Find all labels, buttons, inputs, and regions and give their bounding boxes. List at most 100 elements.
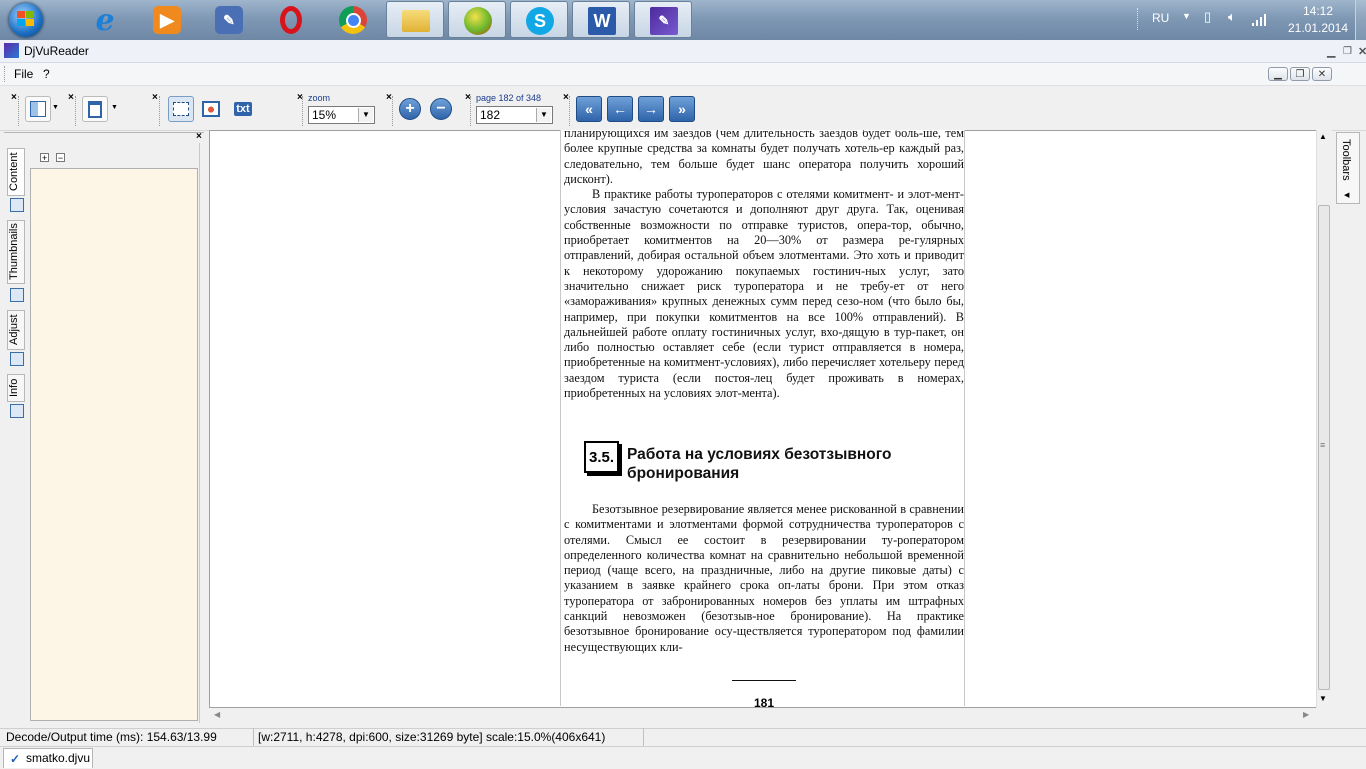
chrome-icon [339, 6, 367, 34]
clock-time[interactable]: 14:12 [1288, 4, 1348, 18]
taskbar-word[interactable]: W [572, 1, 630, 38]
info-icon[interactable] [10, 404, 24, 418]
toolbar-grip[interactable] [302, 96, 306, 126]
tab-adjust[interactable]: Adjust [7, 310, 25, 350]
device-icon[interactable]: ▯ [1204, 9, 1211, 25]
tab-info[interactable]: Info [7, 374, 25, 402]
adjust-icon[interactable] [10, 352, 24, 366]
thumbnails-icon[interactable] [10, 288, 24, 302]
layout-mode-button[interactable] [25, 96, 51, 122]
page-paragraph-1: планирующихся им заездов (чем длительнос… [564, 130, 964, 186]
taskbar-explorer[interactable] [386, 1, 444, 38]
content-tree-panel[interactable] [30, 168, 198, 721]
expand-all-button[interactable]: + [40, 153, 49, 163]
document-page: планирующихся им заездов (чем длительнос… [560, 130, 965, 706]
ie-icon: e [95, 2, 115, 38]
mdi-close-button[interactable]: ✕ [1312, 67, 1332, 81]
text-mode-button[interactable]: txt [230, 96, 256, 122]
language-indicator[interactable]: RU [1152, 11, 1169, 25]
tab-thumbnails[interactable]: Thumbnails [7, 220, 25, 284]
media-player-icon: ▶ [153, 6, 181, 34]
first-page-icon: « [585, 101, 593, 117]
scroll-down-icon[interactable]: ▼ [1319, 694, 1327, 703]
toolbar-close-icon[interactable]: × [563, 92, 569, 103]
select-region-button[interactable] [168, 96, 194, 122]
tools-icon: ✎ [215, 6, 243, 34]
sidebar-splitter[interactable] [199, 143, 204, 723]
page-mode-dropdown-icon[interactable]: ▼ [111, 104, 118, 111]
zoom-dropdown-icon[interactable]: ▼ [358, 108, 373, 122]
content-icon[interactable] [10, 198, 24, 212]
taskbar-ie[interactable]: e [76, 1, 134, 38]
image-mode-button[interactable] [198, 96, 224, 122]
scroll-grip-icon: ≡ [1320, 440, 1326, 450]
zoom-out-button[interactable]: − [430, 98, 452, 120]
next-page-button[interactable]: → [638, 96, 664, 122]
toolbar-grip[interactable] [75, 96, 79, 126]
start-button[interactable] [2, 1, 50, 39]
taskbar-skype[interactable]: S [510, 1, 568, 38]
toolbar-grip[interactable] [569, 96, 573, 126]
horizontal-scrollbar[interactable] [209, 708, 1316, 723]
document-tab[interactable]: ✓ smatko.djvu [3, 748, 93, 768]
layout-dropdown-icon[interactable]: ▼ [52, 104, 59, 111]
toolbar-close-icon[interactable]: × [152, 92, 158, 103]
network-signal-icon[interactable] [1252, 12, 1268, 26]
toolbar-grip[interactable] [159, 96, 163, 126]
word-icon: W [588, 7, 616, 35]
taskbar-opera[interactable] [262, 1, 320, 38]
menu-file[interactable]: File [14, 67, 33, 81]
page-dropdown-icon[interactable]: ▼ [536, 108, 551, 122]
menu-bar [0, 63, 1366, 86]
taskbar-media-player[interactable]: ▶ [138, 1, 196, 38]
section-number: 3.5. [584, 441, 619, 473]
previous-page-button[interactable]: ← [607, 96, 633, 122]
toolbar-close-icon[interactable]: × [68, 92, 74, 103]
opera-icon [277, 6, 305, 34]
window-restore-icon[interactable]: ❐ [1343, 46, 1352, 57]
menu-grip [4, 66, 8, 82]
toolbar-close-icon[interactable]: × [11, 92, 17, 103]
toolbars-side-tab[interactable]: Toolbars ◀ [1336, 132, 1360, 204]
scroll-up-icon[interactable]: ▲ [1319, 132, 1327, 141]
first-page-button[interactable]: « [576, 96, 602, 122]
windows-logo-icon [17, 11, 35, 27]
last-page-button[interactable]: » [669, 96, 695, 122]
tab-content[interactable]: Content [7, 148, 25, 196]
volume-icon[interactable]: 🔈︎ [1228, 9, 1236, 25]
mdi-minimize-button[interactable]: ▁ [1268, 67, 1288, 81]
window-minimize-icon[interactable]: ▁ [1327, 45, 1335, 58]
clock-date[interactable]: 21.01.2014 [1284, 21, 1352, 35]
page-mode-button[interactable] [82, 96, 108, 122]
scroll-right-icon[interactable]: ▶ [1303, 710, 1309, 719]
page-paragraph-2: В практике работы туроператоров с отелям… [564, 187, 964, 401]
zoom-value: 15% [312, 108, 337, 122]
show-desktop-button[interactable] [1355, 0, 1366, 40]
zoom-select[interactable]: 15% ▼ [308, 106, 375, 124]
toolbar-grip[interactable] [18, 96, 22, 126]
toolbar-grip[interactable] [470, 96, 474, 126]
next-page-icon: → [644, 101, 658, 117]
folder-icon [402, 10, 430, 32]
scroll-left-icon[interactable]: ◀ [214, 710, 220, 719]
taskbar-chrome[interactable] [324, 1, 382, 38]
page-value: 182 [480, 108, 501, 122]
sidebar-close-icon[interactable]: × [196, 131, 202, 142]
zoom-in-button[interactable]: + [399, 98, 421, 120]
taskbar-tools[interactable]: ✎ [200, 1, 258, 38]
select-region-icon [173, 102, 189, 116]
collapse-all-button[interactable]: − [56, 153, 65, 163]
toolbars-dropdown-icon[interactable]: ◀ [1344, 191, 1349, 199]
toolbar-grip[interactable] [392, 96, 396, 126]
taskbar-green-app[interactable] [448, 1, 506, 38]
mdi-restore-button[interactable]: ❐ [1290, 67, 1310, 81]
tray-expand-icon[interactable]: ▼ [1182, 11, 1191, 21]
green-app-icon [464, 7, 492, 35]
djvu-icon: ✎ [650, 7, 678, 35]
page-select[interactable]: 182 ▼ [476, 106, 553, 124]
taskbar-djvureader[interactable]: ✎ [634, 1, 692, 38]
window-close-icon[interactable]: ✕ [1358, 45, 1366, 58]
status-decode-time: Decode/Output time (ms): 154.63/13.99 [2, 728, 254, 746]
menu-help[interactable]: ? [43, 67, 50, 81]
toolbar-close-icon[interactable]: × [386, 92, 392, 103]
